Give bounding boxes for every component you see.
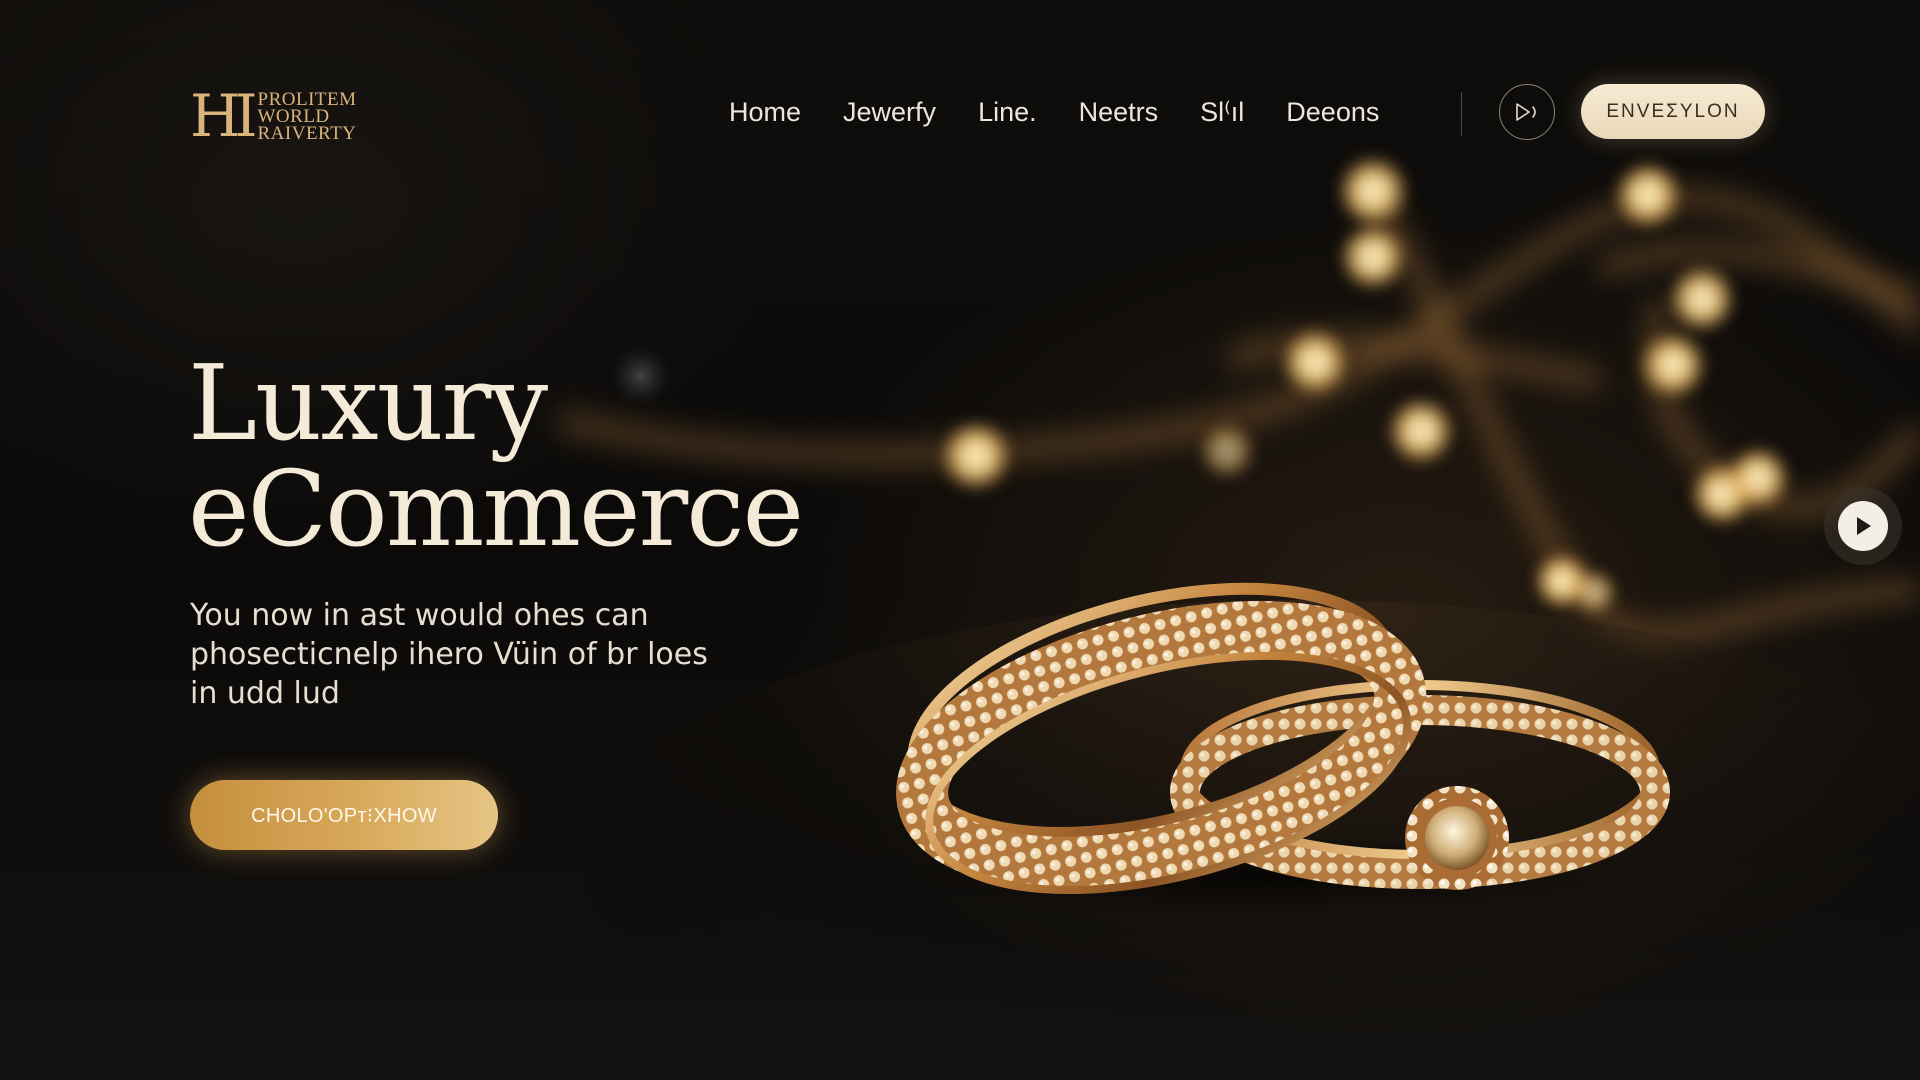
- hero-subtitle-line-3: in udd lud: [190, 676, 340, 711]
- play-icon: [1857, 517, 1871, 535]
- hero-subtitle: You now in ast would ohes can phosecticn…: [190, 596, 790, 713]
- nav-item-jewelry[interactable]: Jewerfy: [843, 97, 936, 128]
- logo-wordmark: PROLITEM WORLD RAIVERTY: [257, 88, 357, 144]
- hero-title-line-2: eCommerce: [188, 448, 804, 570]
- side-play-circle: [1838, 501, 1888, 551]
- nav-item-line[interactable]: Line.: [978, 97, 1037, 128]
- hero-title-line-1: Luxury: [188, 342, 548, 464]
- nav-item-home[interactable]: Home: [729, 97, 801, 128]
- logo-line-3: RAIVERTY: [257, 122, 357, 144]
- logo-mark: HI: [190, 82, 257, 150]
- hero-title: Luxury eCommerce: [188, 342, 804, 570]
- page: HI PROLITEM WORLD RAIVERTY Home Jewerfy …: [0, 0, 1920, 1080]
- brand-logo[interactable]: HI PROLITEM WORLD RAIVERTY: [190, 86, 357, 146]
- hero-subtitle-line-1: You now in ast would ohes can: [190, 598, 649, 633]
- header-cta-button[interactable]: ENVEΣYLON: [1581, 84, 1765, 139]
- logo-line-1: PROLITEM: [257, 88, 357, 110]
- hero-subtitle-line-2: phosecticnelp ihero Vüin of br loes: [190, 637, 708, 672]
- nav-item-deeons[interactable]: Deeons: [1286, 97, 1379, 128]
- logo-line-2: WORLD: [257, 105, 330, 127]
- play-outline-icon: [1516, 103, 1536, 121]
- side-play-button[interactable]: [1824, 487, 1902, 565]
- rings-image: [896, 582, 1670, 915]
- hero-cta-button[interactable]: CHOLO'OPᴛ⁝XHOW: [190, 780, 498, 850]
- header-play-button[interactable]: [1499, 84, 1555, 140]
- nav-divider: [1461, 92, 1462, 136]
- main-nav: Home Jewerfy Line. Neetrs Sl⁽ıl Deeons: [729, 92, 1421, 132]
- nav-item-sltil[interactable]: Sl⁽ıl: [1200, 97, 1244, 128]
- nav-item-neetrs[interactable]: Neetrs: [1079, 97, 1159, 128]
